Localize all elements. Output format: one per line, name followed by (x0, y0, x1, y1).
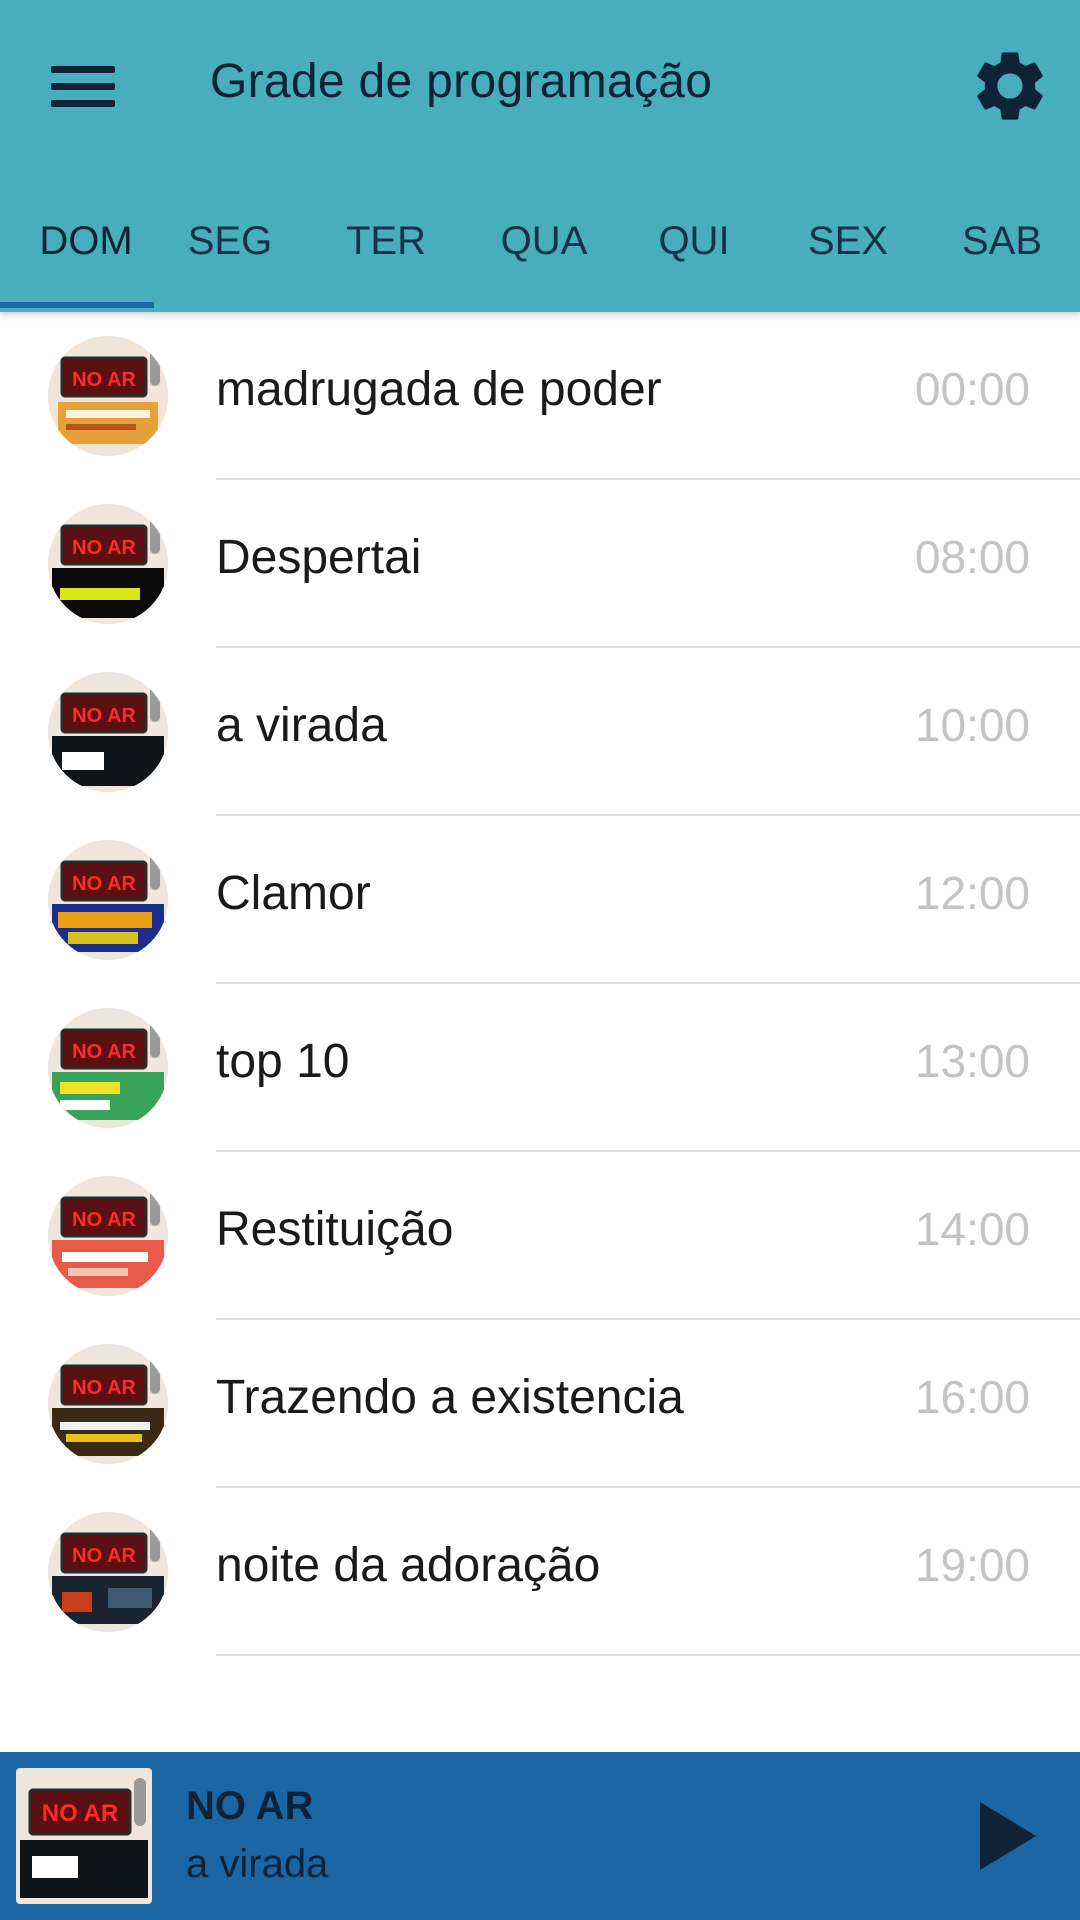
program-time: 00:00 (914, 363, 1030, 415)
thumb-label: NO AR (72, 537, 136, 559)
thumb-label: NO AR (72, 705, 136, 727)
day-tabs: DOM SEG TER QUA QUI SEX SAB (0, 200, 1080, 312)
program-time: 16:00 (914, 1371, 1030, 1423)
tab-qua[interactable]: QUA (476, 200, 612, 312)
program-title: Trazendo a existencia (216, 1371, 684, 1424)
program-thumbnail: NO AR (48, 672, 168, 792)
program-time: 12:00 (914, 867, 1030, 919)
app-root: Grade de programação DOM SEG TER QUA QUI… (0, 0, 1080, 1920)
program-title: noite da adoração (216, 1539, 601, 1592)
gear-icon[interactable] (968, 44, 1052, 128)
now-playing-thumbnail: NO AR (16, 1768, 152, 1904)
now-playing-status: NO AR (186, 1784, 314, 1828)
thumb-label: NO AR (72, 1545, 136, 1567)
program-time: 14:00 (914, 1203, 1030, 1255)
schedule-row[interactable]: NO AR madrugada de poder 00:00 (0, 312, 1080, 480)
program-title: Restituição (216, 1203, 454, 1256)
program-thumbnail: NO AR (48, 840, 168, 960)
active-tab-indicator (0, 302, 154, 308)
tab-ter[interactable]: TER (318, 200, 454, 312)
schedule-list: NO AR madrugada de poder 00:00 NO AR Des… (0, 312, 1080, 1656)
program-time: 10:00 (914, 699, 1030, 751)
program-thumbnail: NO AR (48, 1512, 168, 1632)
thumb-label: NO AR (72, 873, 136, 895)
now-playing-bar[interactable]: NO AR NO AR a virada (0, 1752, 1080, 1920)
schedule-row[interactable]: NO AR Restituição 14:00 (0, 1152, 1080, 1320)
program-thumbnail: NO AR (48, 1176, 168, 1296)
program-title: Clamor (216, 867, 371, 920)
gear-icon-svg (977, 52, 1043, 120)
menu-line (51, 83, 115, 90)
schedule-row[interactable]: NO AR Despertai 08:00 (0, 480, 1080, 648)
now-playing-title: a virada (186, 1842, 329, 1886)
app-header: Grade de programação DOM SEG TER QUA QUI… (0, 0, 1080, 312)
program-thumbnail: NO AR (48, 504, 168, 624)
thumb-label: NO AR (42, 1800, 118, 1827)
menu-line (51, 100, 115, 107)
tab-dom[interactable]: DOM (16, 200, 156, 312)
program-title: a virada (216, 699, 387, 752)
hamburger-menu-icon[interactable] (48, 62, 120, 112)
tab-seg[interactable]: SEG (162, 200, 298, 312)
program-time: 13:00 (914, 1035, 1030, 1087)
program-thumbnail: NO AR (48, 1008, 168, 1128)
program-thumbnail: NO AR (48, 1344, 168, 1464)
program-time: 08:00 (914, 531, 1030, 583)
program-time: 19:00 (914, 1539, 1030, 1591)
row-divider (216, 1654, 1080, 1656)
play-icon[interactable] (966, 1794, 1050, 1878)
thumb-label: NO AR (72, 1209, 136, 1231)
tab-sex[interactable]: SEX (780, 200, 916, 312)
schedule-row[interactable]: NO AR noite da adoração 19:00 (0, 1488, 1080, 1656)
schedule-row[interactable]: NO AR a virada 10:00 (0, 648, 1080, 816)
page-title: Grade de programação (210, 55, 713, 108)
program-title: top 10 (216, 1035, 350, 1088)
program-thumbnail: NO AR (48, 336, 168, 456)
tab-qui[interactable]: QUI (626, 200, 762, 312)
thumb-label: NO AR (72, 1377, 136, 1399)
thumb-label: NO AR (72, 369, 136, 391)
tab-sab[interactable]: SAB (934, 200, 1070, 312)
thumb-label: NO AR (72, 1041, 136, 1063)
schedule-row[interactable]: NO AR Trazendo a existencia 16:00 (0, 1320, 1080, 1488)
program-title: madrugada de poder (216, 363, 662, 416)
schedule-row[interactable]: NO AR Clamor 12:00 (0, 816, 1080, 984)
program-title: Despertai (216, 531, 422, 584)
schedule-row[interactable]: NO AR top 10 13:00 (0, 984, 1080, 1152)
menu-line (51, 66, 115, 73)
